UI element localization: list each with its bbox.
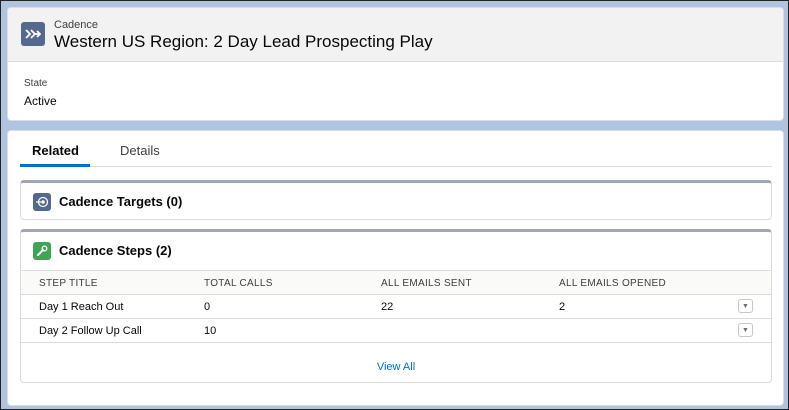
tab-details[interactable]: Details: [120, 143, 160, 158]
view-all-link[interactable]: View All: [21, 361, 771, 373]
table-row: Day 2 Follow Up Call 10 ▼: [21, 319, 771, 343]
emails-sent-cell: 22: [381, 301, 394, 313]
tab-bar: Related Details: [20, 131, 772, 167]
column-header-total-calls[interactable]: TOTAL CALLS: [204, 278, 273, 289]
step-title-cell: Day 2 Follow Up Call: [39, 325, 142, 337]
record-header-top: Cadence Western US Region: 2 Day Lead Pr…: [8, 8, 783, 62]
record-header: Cadence Western US Region: 2 Day Lead Pr…: [7, 7, 784, 121]
column-header-emails-sent[interactable]: ALL EMAILS SENT: [381, 278, 472, 289]
app-frame: Cadence Western US Region: 2 Day Lead Pr…: [0, 0, 789, 410]
row-actions-dropdown-button[interactable]: ▼: [738, 323, 753, 337]
column-header-emails-opened[interactable]: ALL EMAILS OPENED: [559, 278, 666, 289]
chevron-down-icon: ▼: [742, 302, 749, 310]
related-panel: Related Details Cadence Targets (0) Cade…: [7, 130, 784, 406]
tab-related[interactable]: Related: [32, 143, 79, 158]
cadence-steps-table: STEP TITLE TOTAL CALLS ALL EMAILS SENT A…: [21, 270, 771, 343]
target-icon: [33, 193, 51, 211]
state-value: Active: [24, 94, 57, 108]
cadence-targets-card: Cadence Targets (0): [20, 180, 772, 220]
cadence-targets-title[interactable]: Cadence Targets (0): [59, 194, 182, 209]
table-row: Day 1 Reach Out 0 22 2 ▼: [21, 295, 771, 319]
chevron-down-icon: ▼: [742, 326, 749, 334]
total-calls-cell: 0: [204, 301, 211, 313]
state-label: State: [24, 78, 48, 89]
step-title-cell: Day 1 Reach Out: [39, 301, 124, 313]
total-calls-cell: 10: [204, 325, 217, 337]
cadence-steps-title[interactable]: Cadence Steps (2): [59, 243, 172, 258]
cadence-arrow-icon: [21, 22, 45, 46]
emails-opened-cell: 2: [559, 301, 566, 313]
object-type-label: Cadence: [54, 19, 99, 31]
row-actions-dropdown-button[interactable]: ▼: [738, 299, 753, 313]
column-header-step-title[interactable]: STEP TITLE: [39, 278, 98, 289]
page-title: Western US Region: 2 Day Lead Prospectin…: [54, 32, 433, 51]
active-tab-indicator: [20, 164, 90, 167]
cadence-steps-card: Cadence Steps (2) STEP TITLE TOTAL CALLS…: [20, 229, 772, 383]
wrench-icon: [33, 242, 51, 260]
table-header: STEP TITLE TOTAL CALLS ALL EMAILS SENT A…: [21, 270, 771, 295]
